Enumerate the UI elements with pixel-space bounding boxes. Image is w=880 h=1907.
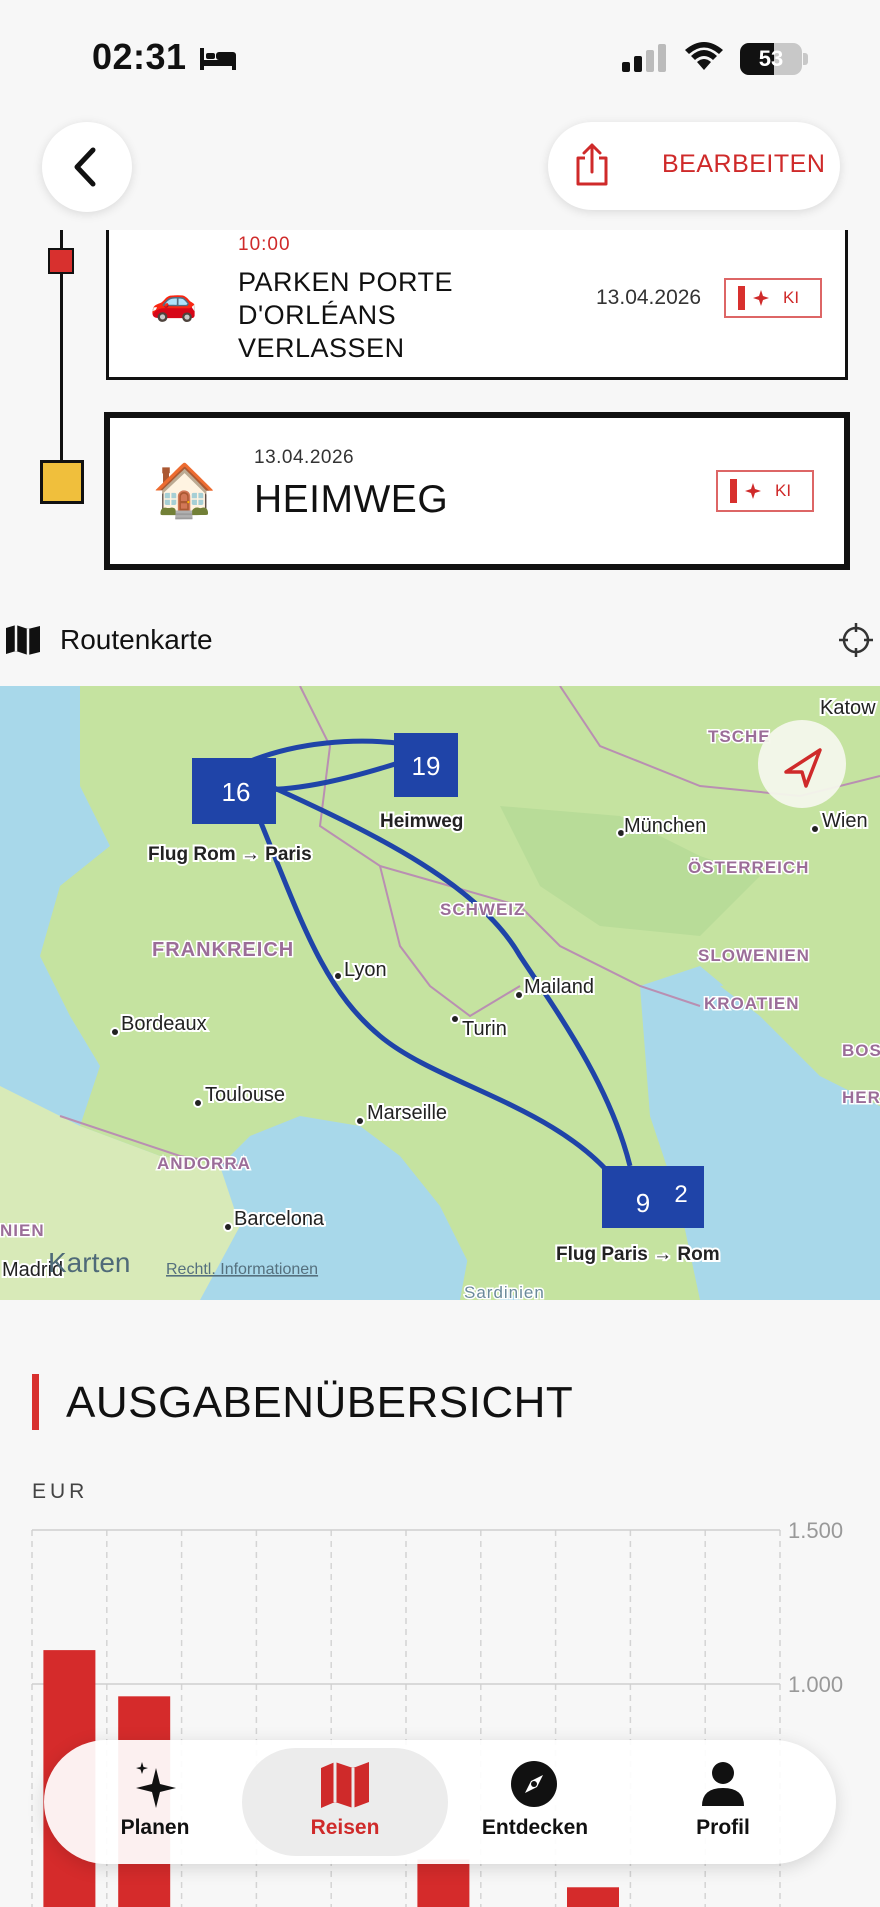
city-label: Wien [822,810,868,832]
ki-badge-label: KI [783,288,800,307]
svg-text:9: 9 [636,1188,650,1218]
ki-badge-label: KI [775,481,792,500]
timeline-marker-event [48,248,74,274]
tab-label: Profil [696,1816,750,1839]
edit-button-label[interactable]: BEARBEITEN [662,150,825,179]
house-icon: 🏠 [152,462,217,520]
person-icon [702,1762,744,1806]
compass-icon [511,1761,557,1807]
region-label: TSCHE [708,727,771,746]
sparkle-icon [753,290,769,306]
ki-badge[interactable]: KI [724,278,822,318]
battery-tip [803,53,808,65]
route-map-label: Routenkarte [60,624,213,655]
car-icon: 🚗 [150,281,198,323]
region-label: ÖSTERREICH [688,858,809,877]
wifi-icon [685,42,723,70]
region-label: Sardinien [464,1283,545,1300]
chart-bar [417,1859,470,1907]
svg-text:16: 16 [222,777,251,807]
back-button[interactable] [42,122,132,212]
region-label: SCHWEIZ [440,900,525,919]
share-icon [576,143,608,186]
city-label: München [624,815,706,837]
region-label: BOS [842,1041,880,1060]
map-icon [321,1762,369,1808]
sleep-focus-icon [200,48,236,70]
tab-label: Reisen [310,1816,380,1839]
tab-label: Entdecken [481,1816,589,1839]
route-label-heimweg: Heimweg [380,811,463,832]
city-label: Barcelona [234,1208,325,1230]
card-title: HEIMWEG [254,478,449,521]
card-title: PARKEN PORTE D'ORLÉANS VERLASSEN [238,267,454,363]
map-pin-9-2[interactable]: 9 2 [602,1166,704,1228]
region-label: SLOWENIEN [698,946,810,965]
region-label: HERZE [842,1088,880,1107]
chart-tick-label: 1.000 [788,1672,843,1697]
map-pin-16[interactable]: 16 [192,758,276,824]
chart-bar [567,1887,619,1907]
status-time: 02:31 [92,36,187,77]
recenter-location-icon[interactable] [838,622,874,658]
legal-info-link[interactable]: Rechtl. Informationen [166,1261,318,1278]
maps-attribution: Karten [48,1247,131,1278]
region-label: FRANKREICH [152,939,294,961]
region-label: KROATIEN [704,994,800,1013]
city-label: Turin [462,1018,507,1040]
city-label: Toulouse [205,1084,285,1106]
sparkle-icon [745,483,761,499]
section-accent-bar [32,1374,39,1430]
battery-icon: 53 [740,43,802,75]
timeline-marker-end [40,460,84,504]
map-icon [6,625,40,655]
city-label: Lyon [344,959,387,981]
route-label-rom-paris: Flug Rom → Paris [148,844,312,865]
city-label: Bordeaux [121,1013,207,1035]
map-pin-19[interactable]: 19 [394,733,458,797]
city-label: Mailand [524,976,594,998]
chevron-left-icon [74,147,96,187]
city-label: Marseille [367,1102,447,1124]
card-date: 13.04.2026 [254,447,355,468]
region-label: NIEN [0,1221,45,1240]
route-label-paris-rom: Flug Paris → Rom [556,1244,720,1265]
ki-badge[interactable]: KI [716,470,814,512]
region-label: ANDORRA [157,1154,251,1173]
svg-text:19: 19 [412,751,441,781]
battery-level: 53 [758,46,784,71]
expenses-title: AUSGABENÜBERSICHT [66,1378,574,1427]
navigate-button[interactable] [758,720,846,808]
city-label: Katow [820,697,876,719]
chart-tick-label: 1.500 [788,1518,843,1543]
svg-text:2: 2 [674,1181,687,1208]
sparkle-icon [136,1762,176,1808]
card-date: 13.04.2026 [596,286,702,309]
cellular-signal-icon [622,44,666,72]
tab-label: Planen [120,1816,190,1839]
route-map[interactable]: 16 19 9 2 Heimweg Flug Rom → Paris Flug … [0,686,880,1300]
card-time: 10:00 [238,234,291,255]
